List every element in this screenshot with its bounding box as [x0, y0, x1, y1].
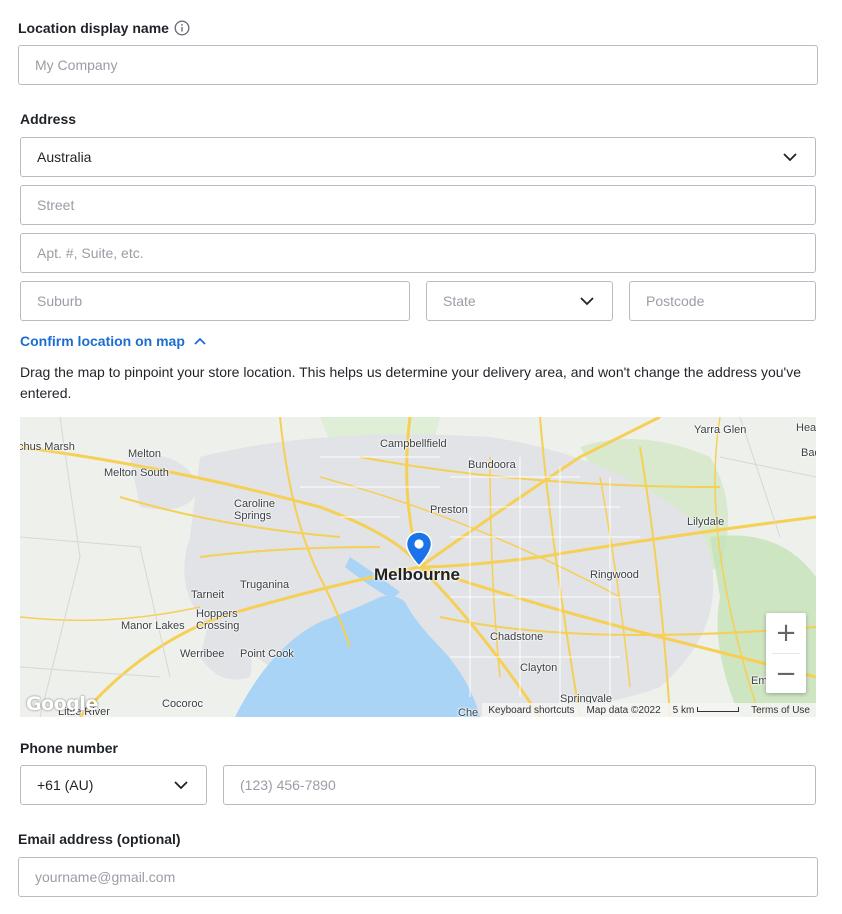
- map-town-label: Hoppers Crossing: [196, 608, 248, 632]
- state-placeholder: State: [443, 293, 476, 309]
- apt-field[interactable]: [20, 233, 816, 273]
- country-select[interactable]: Australia: [20, 137, 816, 177]
- chevron-down-icon: [783, 153, 797, 162]
- map-town-label-text: Hoppers Crossing: [196, 608, 240, 632]
- country-value: Australia: [37, 149, 92, 165]
- terms-of-use-link[interactable]: Terms of Use: [751, 705, 810, 716]
- map-town-label: Ringwood: [590, 569, 639, 581]
- map-town-label: Melton: [128, 448, 162, 460]
- suburb-input[interactable]: [37, 293, 393, 309]
- map-attribution: Keyboard shortcuts Map data ©2022 5 km T…: [482, 703, 816, 717]
- map-town-label: Caroline Springs: [234, 498, 284, 522]
- phone-label: Phone number: [20, 740, 119, 756]
- suburb-field[interactable]: [20, 281, 410, 321]
- map-town-label: Clayton: [520, 662, 558, 674]
- scale-bar: [697, 707, 740, 713]
- chevron-down-icon: [580, 297, 594, 306]
- map-town-label: Melton South: [104, 467, 169, 479]
- state-select[interactable]: State: [426, 281, 613, 321]
- phone-field[interactable]: [223, 765, 816, 805]
- zoom-in-button[interactable]: +: [766, 613, 806, 653]
- street-input[interactable]: [37, 197, 799, 213]
- map-town-label: Bundoora: [468, 459, 516, 471]
- confirm-location-label: Confirm location on map: [20, 333, 185, 349]
- location-name-field[interactable]: [18, 45, 818, 85]
- map-town-label: Campbellfield: [380, 438, 447, 450]
- country-code-select[interactable]: +61 (AU): [20, 765, 207, 805]
- map-town-label: Werribee: [180, 648, 225, 660]
- email-label: Email address (optional): [18, 831, 181, 847]
- map-zoom-control: + −: [766, 613, 806, 693]
- map-town-label: Preston: [430, 504, 468, 516]
- location-map[interactable]: chus Marsh Melton Melton South Campbellf…: [20, 417, 816, 717]
- map-town-label: chus Marsh: [20, 441, 75, 453]
- country-code-value: +61 (AU): [37, 777, 94, 793]
- keyboard-shortcuts-link[interactable]: Keyboard shortcuts: [488, 705, 574, 716]
- info-icon[interactable]: [174, 20, 190, 36]
- map-city-label: Melbourne: [374, 565, 460, 584]
- postcode-field[interactable]: [629, 281, 816, 321]
- postcode-input[interactable]: [646, 293, 799, 309]
- zoom-out-button[interactable]: −: [766, 654, 806, 693]
- chevron-down-icon: [174, 781, 188, 790]
- map-data-text: Map data ©2022: [586, 704, 661, 716]
- confirm-location-toggle[interactable]: Confirm location on map: [20, 333, 207, 349]
- map-town-label: Hea: [796, 422, 816, 434]
- map-scale-label: 5 km: [672, 704, 695, 716]
- map-scale[interactable]: 5 km: [672, 704, 740, 716]
- map-town-label: Lilydale: [687, 516, 725, 528]
- apt-input[interactable]: [37, 245, 799, 261]
- map-town-label: Tarneit: [191, 589, 225, 601]
- map-town-label-text: Caroline Springs: [234, 498, 275, 522]
- google-logo: Google: [26, 693, 98, 715]
- map-description: Drag the map to pinpoint your store loca…: [20, 364, 801, 401]
- map-town-label: Chadstone: [490, 631, 544, 643]
- email-field[interactable]: [18, 857, 818, 897]
- email-input[interactable]: [35, 869, 801, 885]
- location-name-input[interactable]: [35, 57, 801, 73]
- map-town-label: Yarra Glen: [694, 424, 747, 436]
- map-town-label: Point Cook: [240, 648, 294, 660]
- map-town-label: Cocoroc: [162, 698, 203, 710]
- street-field[interactable]: [20, 185, 816, 225]
- map-town-label: Truganina: [240, 579, 290, 591]
- chevron-up-icon: [194, 337, 206, 345]
- phone-input[interactable]: [240, 777, 799, 793]
- map-town-label: Che: [458, 707, 479, 717]
- map-town-label: Manor Lakes: [121, 620, 185, 632]
- address-label: Address: [20, 111, 77, 127]
- map-pin-icon[interactable]: [405, 531, 433, 567]
- map-town-label: Bad: [801, 447, 816, 459]
- location-name-label: Location display name: [18, 20, 169, 36]
